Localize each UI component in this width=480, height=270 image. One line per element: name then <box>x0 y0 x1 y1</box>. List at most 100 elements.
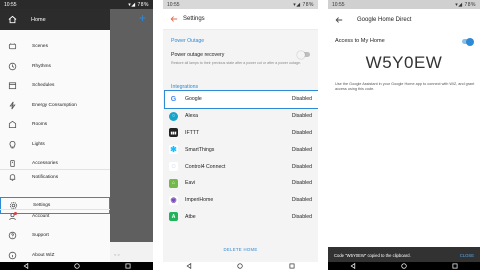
integration-name: Eavi <box>185 180 196 187</box>
page-title: Google Home Direct <box>357 16 412 23</box>
access-to-my-home-label: Access to My Home <box>335 38 385 44</box>
support-icon <box>7 231 17 241</box>
status-indicators: ▾◢ 78% <box>293 1 314 8</box>
drawer-item-label: Scenes <box>32 44 48 49</box>
nav-recents-icon[interactable] <box>125 263 131 269</box>
nav-back-icon[interactable] <box>23 263 29 269</box>
drawer-item-rooms[interactable]: Rooms <box>0 117 110 132</box>
nav-home-icon[interactable] <box>401 263 407 269</box>
status-time: 10:55 <box>167 1 180 8</box>
snackbar: Code "W5Y0EW" copied to the clipboard. C… <box>328 247 480 263</box>
integration-status: Disabled <box>291 113 312 120</box>
integration-name: IFTTT <box>185 129 200 136</box>
drawer-item-notifications[interactable]: Notifications <box>0 170 110 185</box>
section-header-integrations: Integrations <box>171 84 199 90</box>
integration-status: Disabled <box>291 197 312 204</box>
drawer-item-label: Support <box>32 233 49 238</box>
integration-status: Disabled <box>291 163 312 170</box>
power-outage-description: Restore all lamps to their previous stat… <box>171 61 302 65</box>
integration-status: Disabled <box>291 129 312 136</box>
google-home-app-bar: Google Home Direct <box>328 9 480 30</box>
integration-control4[interactable]: ◌ Control4 Connect Disabled <box>165 158 318 175</box>
alexa-logo-icon: ○ <box>169 111 178 121</box>
atbe-logo-icon: A <box>169 212 178 222</box>
drawer-item-label: Schedules <box>32 83 55 88</box>
navigation-drawer: Home Scenes Rhythms Schedules Energy Con… <box>0 9 110 270</box>
drawer-item-about[interactable]: About WiZ <box>0 248 110 263</box>
drawer-item-scenes[interactable]: Scenes <box>0 39 110 54</box>
control4-logo-icon: ◌ <box>169 162 178 172</box>
drawer-item-lights[interactable]: Lights <box>0 137 110 152</box>
drawer-item-support[interactable]: Support <box>0 228 110 243</box>
drawer-item-label: Lights <box>32 142 45 147</box>
integration-eavi[interactable]: ⌂ Eavi Disabled <box>165 175 318 192</box>
power-outage-toggle[interactable] <box>297 50 310 59</box>
nav-recents-icon[interactable] <box>289 263 295 269</box>
snackbar-message: Code "W5Y0EW" copied to the clipboard. <box>334 252 411 258</box>
imperihome-logo-icon: ◉ <box>169 195 178 205</box>
integration-ifttt[interactable]: ▮▮▮ IFTTT Disabled <box>165 125 318 142</box>
drawer-item-label: Account <box>32 214 50 219</box>
status-bar: 10:55 ▾◢ 78% <box>0 0 153 9</box>
settings-screen: 10:55 ▾◢ 78% Settings Power Outage Power… <box>163 0 318 270</box>
delete-home-button[interactable]: DELETE HOME <box>163 247 318 252</box>
nav-back-icon[interactable] <box>350 263 356 269</box>
snackbar-close-button[interactable]: CLOSE <box>460 253 474 258</box>
section-header-power-outage: Power Outage <box>171 38 205 44</box>
back-arrow-icon[interactable] <box>170 15 178 23</box>
nav-home-icon[interactable] <box>237 263 244 269</box>
lights-icon <box>7 140 17 150</box>
integration-imperihome[interactable]: ◉ ImperiHome Disabled <box>165 192 318 209</box>
status-bar: 10:55 ▾◢ 78% <box>163 0 318 9</box>
bottom-hint: < > <box>114 252 120 257</box>
integration-status: Disabled <box>291 213 312 220</box>
system-nav-bar <box>0 262 153 270</box>
integration-google[interactable]: G Google Disabled <box>164 90 318 109</box>
google-home-direct-screen: 10:55 ▾◢ 78% Google Home Direct Access t… <box>328 0 480 270</box>
drawer-item-label: About WiZ <box>32 253 55 258</box>
ifttt-logo-icon: ▮▮▮ <box>169 128 178 138</box>
access-code[interactable]: W5Y0EW <box>328 53 480 73</box>
status-indicators: ▾◢ 78% <box>128 1 149 8</box>
drawer-item-account[interactable]: Account <box>0 209 110 224</box>
integrations-list: G Google Disabled ○ Alexa Disabled ▮▮▮ I… <box>164 90 318 226</box>
info-icon <box>7 251 17 261</box>
rooms-icon <box>7 120 17 130</box>
drawer-screen: 10:55 ▾◢ 78% + < > Home Scenes Rhythms S… <box>0 0 153 270</box>
add-icon[interactable]: + <box>139 12 146 24</box>
scenes-icon <box>7 42 17 52</box>
drawer-item-label: Energy Consumption <box>32 103 77 108</box>
drawer-item-label: Rooms <box>32 122 48 127</box>
drawer-item-energy[interactable]: Energy Consumption <box>0 98 110 113</box>
bell-icon <box>7 173 17 183</box>
drawer-item-schedules[interactable]: Schedules <box>0 78 110 93</box>
access-code-description: Use the Google Assistant in your Google … <box>335 82 475 91</box>
back-arrow-icon[interactable] <box>335 16 343 24</box>
system-nav-bar <box>163 262 318 270</box>
integration-status: Disabled <box>291 146 312 153</box>
integration-smartthings[interactable]: ✱ SmartThings Disabled <box>165 141 318 158</box>
page-title: Settings <box>183 16 205 22</box>
integration-name: SmartThings <box>185 146 215 153</box>
home-icon <box>8 15 17 24</box>
drawer-item-rhythms[interactable]: Rhythms <box>0 59 110 74</box>
schedules-icon <box>7 81 17 91</box>
power-outage-title: Power outage recovery <box>171 52 225 58</box>
nav-back-icon[interactable] <box>186 263 192 269</box>
nav-recents-icon[interactable] <box>452 263 458 269</box>
drawer-item-label: Rhythms <box>32 64 51 69</box>
account-alert-dot <box>14 211 17 215</box>
nav-home-icon[interactable] <box>73 263 80 269</box>
integration-status: Disabled <box>291 180 312 187</box>
integration-atbe[interactable]: A Atbe Disabled <box>165 209 318 226</box>
accessories-icon <box>7 159 17 169</box>
integration-name: Control4 Connect <box>185 163 226 170</box>
settings-app-bar: Settings <box>163 9 318 30</box>
integration-name: Alexa <box>185 113 198 120</box>
access-toggle[interactable] <box>462 37 474 46</box>
integration-alexa[interactable]: ○ Alexa Disabled <box>165 108 318 125</box>
integration-name: ImperiHome <box>185 197 214 204</box>
status-time: 10:55 <box>4 1 17 8</box>
google-logo-icon: G <box>169 94 178 104</box>
drawer-home[interactable]: Home <box>0 9 110 30</box>
